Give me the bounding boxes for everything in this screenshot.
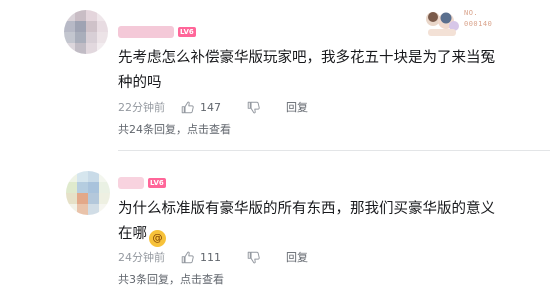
replies-count: 共3条回复， (118, 273, 180, 286)
thumbs-up-icon (181, 101, 194, 113)
avatar[interactable] (66, 171, 110, 215)
comment-text-body: 为什么标准版有豪华版的所有东西，那我们买豪华版的意义在哪 (118, 201, 495, 242)
username-redacted[interactable] (118, 177, 144, 189)
comment-text: 先考虑怎么补偿豪华版玩家吧，我多花五十块是为了来当冤种的吗 (118, 50, 495, 91)
thumbs-down-icon (247, 251, 260, 263)
dislike-button[interactable] (247, 251, 260, 264)
fan-badge-number: NO. 000140 (464, 9, 493, 28)
like-count: 111 (200, 250, 221, 264)
fan-badge[interactable]: NO. 000140 (424, 8, 534, 40)
username-redacted[interactable] (118, 26, 174, 38)
dizzy-face-emoji-icon: @ (149, 230, 166, 247)
comment-meta: 22分钟前 147 回复 (118, 99, 308, 115)
like-button[interactable]: 147 (181, 101, 221, 114)
comment-item: LV6 NO. 000140 先考虑怎么补偿豪华版玩家吧，我多花五十块是为了来当… (0, 0, 550, 151)
comment-item: LV6 为什么标准版有豪华版的所有东西，那我们买豪华版的意义在哪 @ 24分钟前 … (0, 160, 550, 292)
dislike-button[interactable] (247, 101, 260, 114)
thumbs-up-icon (181, 251, 194, 263)
avatar[interactable] (64, 10, 108, 54)
level-badge: LV6 (148, 178, 166, 188)
replies-summary: 共24条回复，点击查看 (118, 121, 231, 137)
like-count: 147 (200, 100, 221, 114)
comment-time: 24分钟前 (118, 251, 165, 264)
reply-button[interactable]: 回复 (286, 99, 308, 115)
comment-text: 为什么标准版有豪华版的所有东西，那我们买豪华版的意义在哪 @ (118, 197, 508, 247)
comment-divider (118, 150, 550, 151)
replies-summary: 共3条回复，点击查看 (118, 271, 224, 287)
replies-count: 共24条回复， (118, 123, 187, 136)
reply-button[interactable]: 回复 (286, 249, 308, 265)
comment-time: 22分钟前 (118, 101, 165, 114)
view-replies-link[interactable]: 点击查看 (187, 123, 231, 136)
fan-badge-avatars-icon (426, 12, 459, 36)
like-button[interactable]: 111 (181, 251, 221, 264)
comment-meta: 24分钟前 111 回复 (118, 249, 308, 265)
view-replies-link[interactable]: 点击查看 (180, 273, 224, 286)
level-badge: LV6 (178, 27, 196, 37)
thumbs-down-icon (247, 101, 260, 113)
